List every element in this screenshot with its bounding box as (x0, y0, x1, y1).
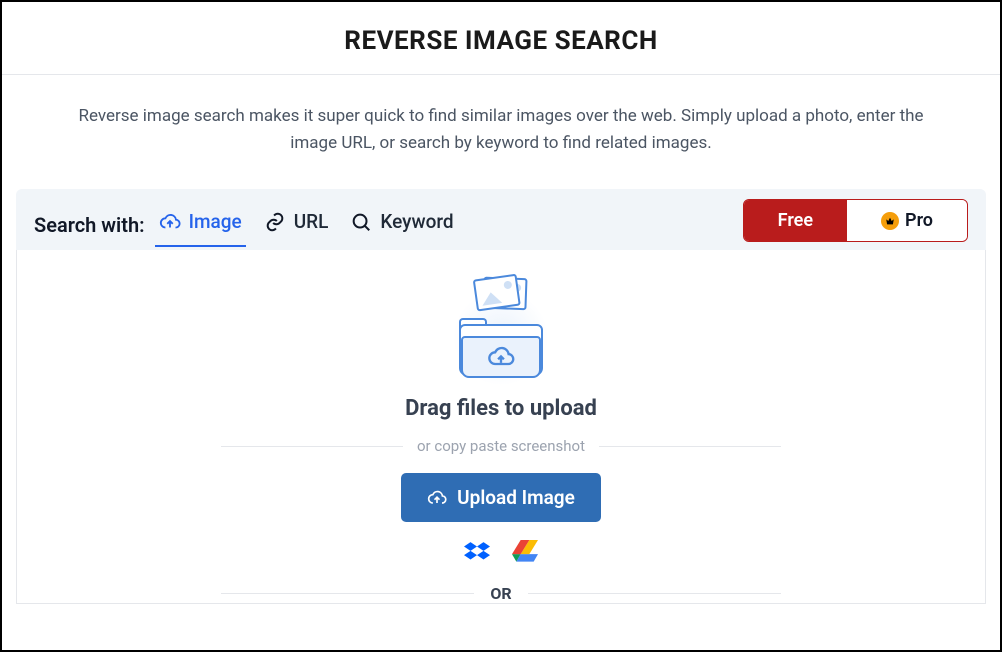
crown-icon (881, 212, 899, 230)
tab-url-label: URL (294, 210, 329, 233)
dropbox-icon[interactable] (464, 540, 490, 566)
drop-zone[interactable]: Drag files to upload or copy paste scree… (16, 250, 986, 604)
cloud-sources (17, 540, 985, 566)
tab-keyword[interactable]: Keyword (346, 202, 457, 247)
cloud-upload-arrow-icon (487, 343, 515, 371)
search-with-label: Search with: (34, 213, 145, 237)
page-header: REVERSE IMAGE SEARCH (2, 2, 1000, 75)
plan-free-button[interactable]: Free (744, 200, 847, 241)
plan-pro-label: Pro (905, 210, 933, 231)
tab-keyword-label: Keyword (380, 210, 453, 233)
plan-pro-button[interactable]: Pro (847, 200, 967, 241)
upload-button-label: Upload Image (457, 486, 575, 509)
plan-free-label: Free (778, 210, 813, 231)
upload-illustration (446, 284, 556, 382)
google-drive-icon[interactable] (512, 540, 538, 566)
search-panel: Search with: Image URL (16, 189, 986, 250)
cloud-upload-icon (159, 211, 181, 233)
cloud-upload-icon (427, 488, 447, 508)
drop-title: Drag files to upload (17, 396, 985, 421)
search-icon (350, 211, 372, 233)
upload-image-button[interactable]: Upload Image (401, 473, 601, 522)
plan-toggle: Free Pro (743, 199, 968, 242)
tab-image-label: Image (189, 210, 242, 233)
paste-hint: or copy paste screenshot (221, 437, 781, 455)
page-title: REVERSE IMAGE SEARCH (2, 26, 1000, 56)
link-icon (264, 211, 286, 233)
or-divider: OR (221, 584, 781, 603)
tab-url[interactable]: URL (260, 202, 333, 247)
page-description: Reverse image search makes it super quic… (2, 75, 1000, 179)
tab-image[interactable]: Image (155, 202, 246, 247)
search-tabs: Image URL Keyword (155, 202, 458, 247)
